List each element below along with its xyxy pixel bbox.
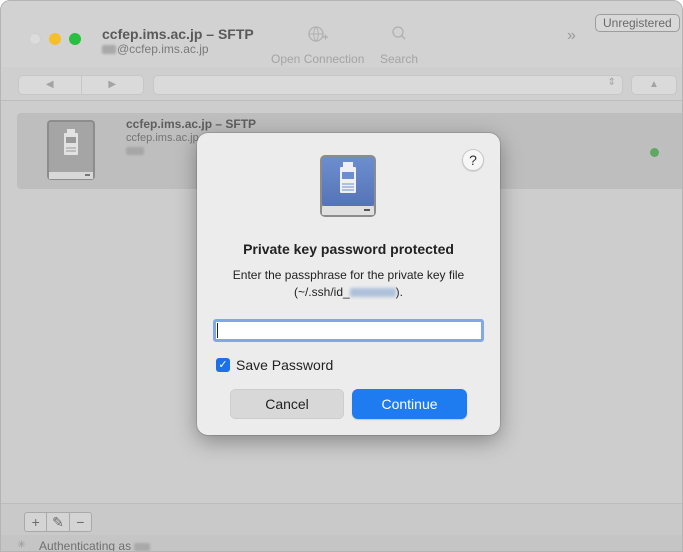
- globe-plus-icon: [271, 25, 364, 46]
- open-connection-label: Open Connection: [271, 52, 365, 66]
- edit-bookmark-button[interactable]: ✎: [46, 513, 68, 531]
- search-icon: [380, 25, 418, 46]
- search-button[interactable]: Search: [380, 25, 418, 66]
- window-subtitle-text: @ccfep.ims.ac.jp: [117, 42, 209, 56]
- drive-icon: [317, 153, 379, 224]
- chevron-updown-icon: ⇕: [607, 77, 616, 88]
- dialog-title: Private key password protected: [243, 241, 454, 257]
- drive-icon: [45, 118, 97, 189]
- text-caret: [217, 323, 218, 338]
- path-selector[interactable]: ⇕: [153, 75, 623, 95]
- bookmark-actions: + ✎ −: [24, 512, 92, 532]
- bottom-toolbar: + ✎ −: [1, 503, 682, 535]
- back-forward-control: ◀ ▶: [18, 75, 144, 95]
- dialog-message: Enter the passphrase for the private key…: [221, 267, 476, 301]
- redacted-status-user: [134, 542, 151, 551]
- help-button[interactable]: ?: [462, 149, 484, 171]
- close-window-button[interactable]: [29, 33, 41, 45]
- window-subtitle: @ccfep.ims.ac.jp: [102, 42, 209, 56]
- search-label: Search: [380, 52, 419, 66]
- save-password-option[interactable]: ✓ Save Password: [216, 357, 333, 373]
- password-dialog: ? Private key password protected Enter t…: [197, 133, 500, 435]
- redacted-bookmark-user: [126, 147, 144, 155]
- bookmark-host: ccfep.ims.ac.jp: [126, 132, 199, 144]
- minimize-window-button[interactable]: [49, 33, 61, 45]
- dialog-message-line1: Enter the passphrase for the private key…: [232, 268, 465, 282]
- remove-bookmark-button[interactable]: −: [68, 513, 91, 531]
- status-text: Authenticating as: [39, 539, 151, 552]
- chevron-double-right-icon[interactable]: »: [567, 27, 576, 45]
- continue-button[interactable]: Continue: [352, 389, 467, 419]
- dialog-message-suffix: ).: [395, 285, 404, 299]
- bookmark-title: ccfep.ims.ac.jp – SFTP: [126, 117, 257, 131]
- save-password-label: Save Password: [236, 357, 334, 373]
- redacted-key-name: [349, 288, 396, 298]
- navigation-bar: ◀ ▶ ⇕ ▲: [1, 67, 682, 101]
- triangle-up-icon[interactable]: ▲: [631, 75, 677, 95]
- redacted-username: [102, 45, 116, 55]
- open-connection-button[interactable]: Open Connection: [271, 25, 364, 66]
- cancel-button[interactable]: Cancel: [230, 389, 344, 419]
- spinner-icon: ✳: [17, 539, 27, 551]
- save-password-checkbox[interactable]: ✓: [216, 358, 230, 372]
- triangle-right-icon[interactable]: ▶: [80, 76, 144, 94]
- connection-status-dot: [650, 148, 659, 157]
- title-bar: ccfep.ims.ac.jp – SFTP @ccfep.ims.ac.jp …: [1, 1, 682, 67]
- passphrase-input[interactable]: [213, 319, 484, 342]
- triangle-left-icon[interactable]: ◀: [19, 76, 81, 94]
- status-text-label: Authenticating as: [39, 539, 132, 552]
- dialog-message-prefix: (~/.ssh/id_: [293, 285, 350, 299]
- unregistered-badge[interactable]: Unregistered: [595, 14, 680, 32]
- add-bookmark-button[interactable]: +: [25, 513, 46, 531]
- window-title: ccfep.ims.ac.jp – SFTP: [102, 26, 254, 42]
- zoom-window-button[interactable]: [69, 33, 81, 45]
